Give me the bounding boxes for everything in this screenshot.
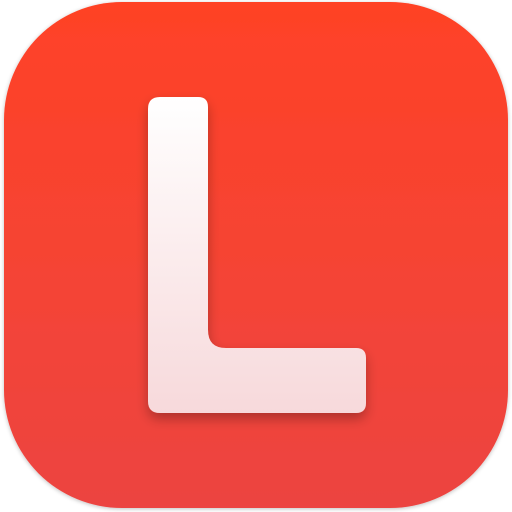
icon-highlight bbox=[4, 2, 508, 508]
letter-l-app-icon[interactable] bbox=[0, 0, 512, 512]
icon-stage bbox=[0, 0, 512, 512]
